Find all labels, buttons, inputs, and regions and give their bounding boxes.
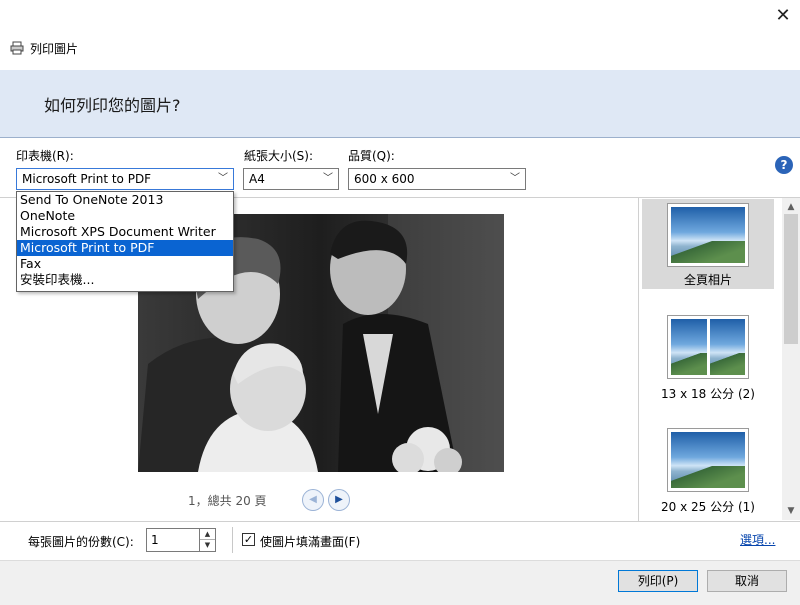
printer-option-install[interactable]: 安裝印表機... bbox=[17, 272, 233, 288]
options-link[interactable]: 選項... bbox=[740, 531, 775, 548]
fit-checkbox[interactable]: ✓ bbox=[242, 533, 255, 546]
copies-input[interactable]: 1 bbox=[146, 528, 200, 552]
page-indicator: 1，總共 20 頁 bbox=[188, 494, 267, 508]
stepper-down-icon[interactable]: ▼ bbox=[200, 540, 215, 551]
printer-icon bbox=[10, 41, 24, 55]
stepper-up-icon[interactable]: ▲ bbox=[200, 529, 215, 540]
printer-option[interactable]: OneNote bbox=[17, 208, 233, 224]
printer-option[interactable]: Send To OneNote 2013 bbox=[17, 192, 233, 208]
layout-label: 13 x 18 公分 (2) bbox=[661, 387, 755, 401]
paper-size-label: 紙張大小(S): bbox=[244, 149, 314, 163]
chevron-down-icon: ﹀ bbox=[510, 173, 520, 184]
prev-page-button[interactable]: ◀ bbox=[302, 489, 324, 511]
scroll-up-icon[interactable]: ▲ bbox=[782, 199, 800, 215]
print-button[interactable]: 列印(P) bbox=[618, 570, 698, 592]
close-icon[interactable]: ✕ bbox=[770, 4, 796, 28]
printer-option-selected[interactable]: Microsoft Print to PDF bbox=[17, 240, 233, 256]
page-heading: 如何列印您的圖片? bbox=[44, 96, 181, 115]
copies-stepper[interactable]: ▲ ▼ bbox=[200, 528, 216, 552]
printer-select[interactable]: Microsoft Print to PDF ﹀ bbox=[16, 168, 234, 190]
chevron-down-icon: ﹀ bbox=[218, 173, 228, 184]
quality-select[interactable]: 600 x 600 ﹀ bbox=[348, 168, 526, 190]
layout-label: 全頁相片 bbox=[683, 273, 732, 287]
layout-20x25[interactable]: 20 x 25 公分 (1) bbox=[642, 428, 774, 518]
layout-13x18[interactable]: 13 x 18 公分 (2) bbox=[642, 315, 774, 405]
chevron-down-icon: ﹀ bbox=[323, 173, 333, 184]
divider bbox=[0, 521, 800, 522]
printer-option[interactable]: Fax bbox=[17, 256, 233, 272]
divider bbox=[232, 527, 233, 553]
layout-thumbnail bbox=[667, 203, 749, 267]
next-page-button[interactable]: ▶ bbox=[328, 489, 350, 511]
help-icon[interactable]: ? bbox=[775, 156, 793, 174]
printer-option[interactable]: Microsoft XPS Document Writer bbox=[17, 224, 233, 240]
printer-select-value: Microsoft Print to PDF bbox=[22, 172, 152, 186]
cancel-button[interactable]: 取消 bbox=[707, 570, 787, 592]
layout-thumbnail bbox=[667, 315, 749, 379]
scroll-down-icon[interactable]: ▼ bbox=[782, 503, 800, 519]
quality-value: 600 x 600 bbox=[354, 172, 415, 186]
layout-label: 20 x 25 公分 (1) bbox=[661, 500, 755, 514]
paper-size-value: A4 bbox=[249, 172, 265, 186]
layout-full-page[interactable]: 全頁相片 bbox=[642, 199, 774, 289]
paper-size-select[interactable]: A4 ﹀ bbox=[243, 168, 339, 190]
copies-label: 每張圖片的份數(C): bbox=[28, 535, 134, 549]
scroll-thumb[interactable] bbox=[784, 214, 798, 344]
printer-dropdown-list[interactable]: Send To OneNote 2013 OneNote Microsoft X… bbox=[16, 191, 234, 292]
layout-thumbnail bbox=[667, 428, 749, 492]
quality-label: 品質(Q): bbox=[348, 149, 395, 163]
printer-label: 印表機(R): bbox=[16, 149, 74, 163]
fit-checkbox-label[interactable]: 使圖片填滿畫面(F) bbox=[260, 533, 360, 550]
window-title: 列印圖片 bbox=[30, 42, 79, 56]
